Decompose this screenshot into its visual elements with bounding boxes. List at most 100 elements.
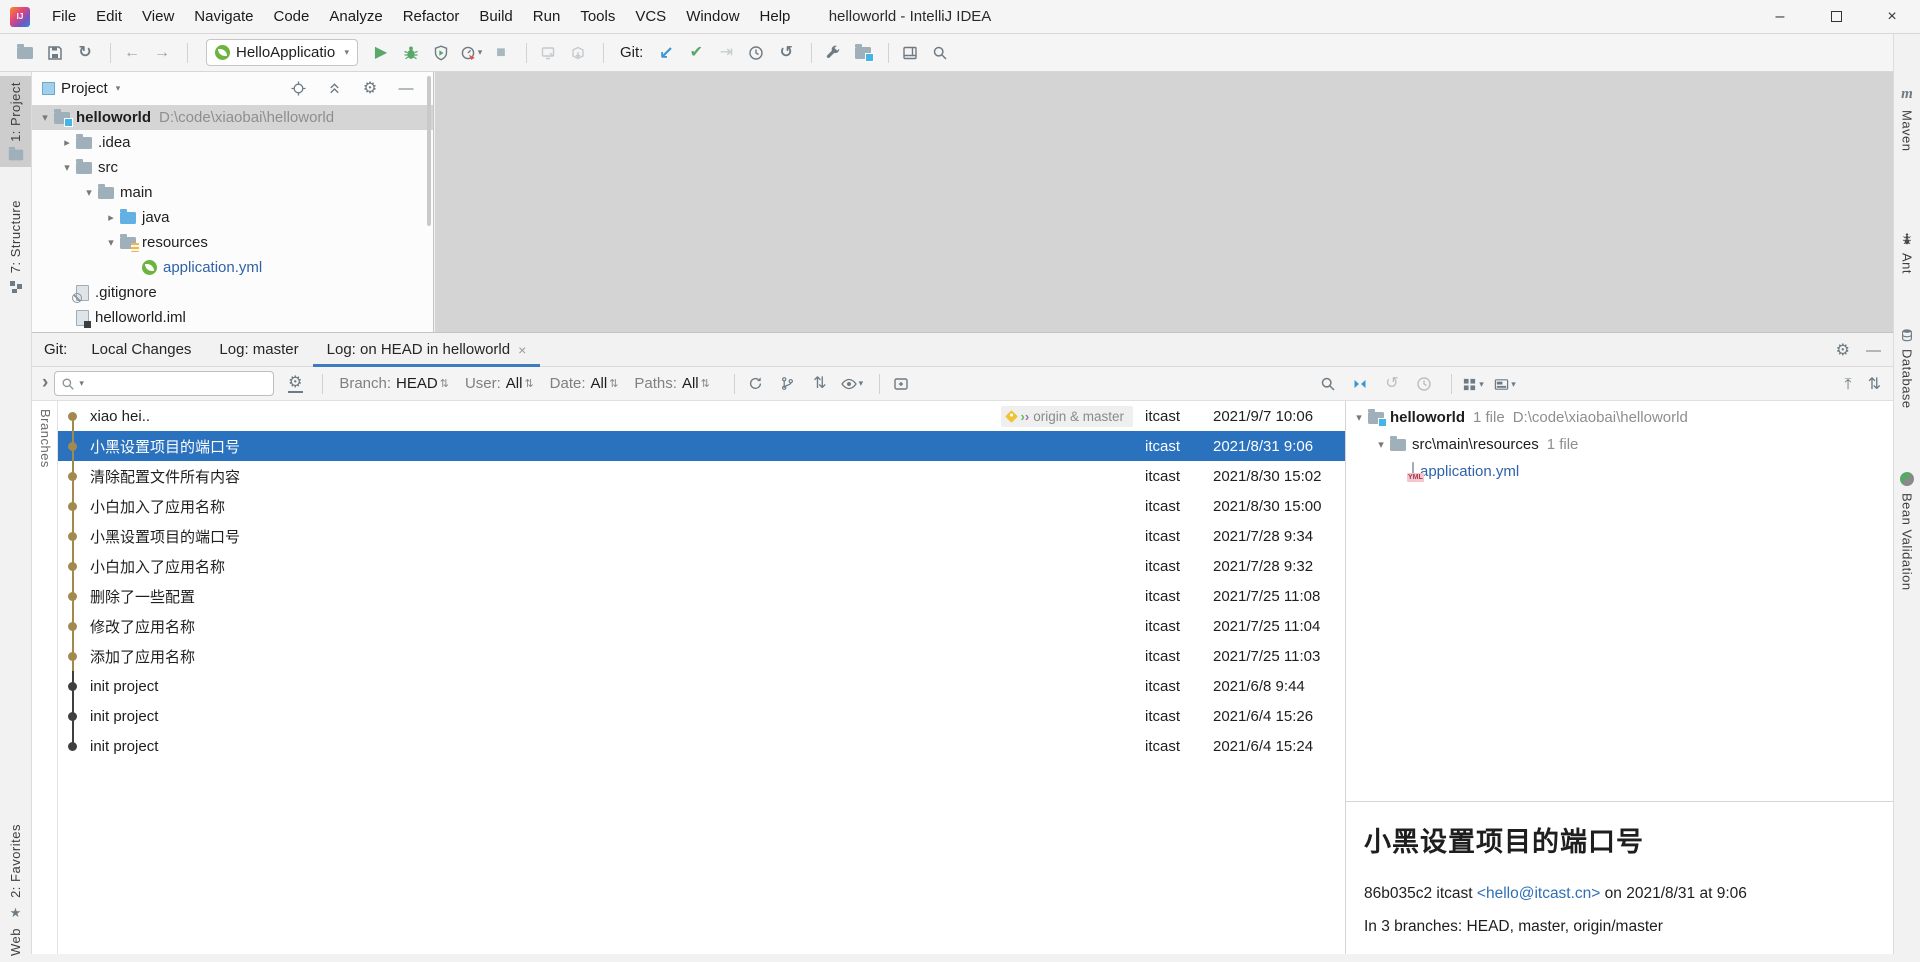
menu-item-vcs[interactable]: VCS [625, 0, 676, 33]
tab-log-master[interactable]: Log: master [205, 333, 312, 367]
chevron-down-icon[interactable]: ▾ [116, 83, 121, 94]
jump-to-head-button[interactable] [1347, 371, 1373, 397]
show-details-button[interactable]: ▾ [839, 371, 865, 397]
commit-row[interactable]: 添加了应用名称itcast2021/7/25 11:03 [58, 641, 1345, 671]
search-settings-button[interactable]: ⚙ [282, 371, 308, 397]
menu-item-view[interactable]: View [132, 0, 184, 33]
menu-item-tools[interactable]: Tools [570, 0, 625, 33]
search-everywhere-button[interactable] [927, 39, 953, 67]
sidebar-item-structure[interactable]: 7: Structure [0, 194, 31, 300]
chevron-down-icon[interactable]: ▾ [58, 161, 76, 174]
menu-item-file[interactable]: File [42, 0, 86, 33]
tree-row-resources[interactable]: ▾resources [32, 230, 433, 255]
stop-button[interactable]: ■ [488, 39, 514, 67]
close-window-button[interactable]: × [1864, 0, 1920, 33]
tree-row-helloworld.iml[interactable]: helloworld.iml [32, 305, 433, 330]
new-log-tab-button[interactable] [888, 371, 914, 397]
sidebar-item-maven[interactable]: m Maven [1894, 80, 1920, 158]
branches-strip[interactable]: Branches [32, 401, 58, 954]
tree-row-src-main-resources[interactable]: ▾src\main\resources1 file [1346, 431, 1893, 458]
commit-row[interactable]: 小黑设置项目的端口号itcast2021/8/31 9:06 [58, 431, 1345, 461]
commit-author-email-link[interactable]: <hello@itcast.cn> [1477, 885, 1600, 902]
menu-item-refactor[interactable]: Refactor [393, 0, 470, 33]
tree-row-helloworld[interactable]: ▾helloworldD:\code\xiaobai\helloworld [32, 105, 433, 130]
menu-item-code[interactable]: Code [263, 0, 319, 33]
update-project-button[interactable]: ↙ [653, 39, 679, 67]
show-branches-button[interactable] [775, 371, 801, 397]
sidebar-item-project[interactable]: 1: Project [0, 76, 31, 167]
filter-branch[interactable]: Branch:HEAD⇅ [339, 375, 449, 392]
tree-row-helloworld[interactable]: ▾helloworld1 fileD:\code\xiaobai\hellowo… [1346, 404, 1893, 431]
run-configuration-combo[interactable]: HelloApplication ▾ [206, 39, 358, 66]
sidebar-item-bean-validation[interactable]: Bean Validation [1894, 466, 1920, 597]
collapse-all-button[interactable] [321, 75, 347, 103]
tree-row-application.yml[interactable]: YMLapplication.yml [1346, 458, 1893, 485]
menu-item-navigate[interactable]: Navigate [184, 0, 263, 33]
chevron-right-icon[interactable]: ▸ [58, 136, 76, 149]
chevron-down-icon[interactable]: ▾ [1350, 411, 1368, 424]
sidebar-item-web[interactable]: Web [0, 922, 31, 962]
hide-project-panel-button[interactable]: — [393, 75, 419, 103]
run-button[interactable]: ▶ [368, 39, 394, 67]
refresh-log-button[interactable] [743, 371, 769, 397]
settings-button[interactable] [820, 39, 846, 67]
debug-button[interactable] [398, 39, 424, 67]
commit-row[interactable]: init projectitcast2021/6/4 15:26 [58, 701, 1345, 731]
sync-button[interactable]: ↻ [72, 39, 98, 67]
commit-row[interactable]: 修改了应用名称itcast2021/7/25 11:04 [58, 611, 1345, 641]
filter-user[interactable]: User:All⇅ [465, 375, 534, 392]
tree-row-java[interactable]: ▸java [32, 205, 433, 230]
back-button[interactable]: ← [119, 39, 145, 67]
commit-row[interactable]: init projectitcast2021/6/8 9:44 [58, 671, 1345, 701]
tab-local-changes[interactable]: Local Changes [77, 333, 205, 367]
tab-close-icon[interactable]: × [518, 342, 526, 358]
filter-date[interactable]: Date:All⇅ [550, 375, 619, 392]
sidebar-item-ant[interactable]: Ant [1894, 226, 1920, 280]
tree-row-.gitignore[interactable]: .gitignore [32, 280, 433, 305]
open-project-button[interactable] [12, 39, 38, 67]
commit-row[interactable]: 清除配置文件所有内容itcast2021/8/30 15:02 [58, 461, 1345, 491]
chevron-down-icon[interactable]: ▾ [102, 236, 120, 249]
show-history-button[interactable] [743, 39, 769, 67]
commit-row[interactable]: 小黑设置项目的端口号itcast2021/7/28 9:34 [58, 521, 1345, 551]
commit-row[interactable]: xiao hei..››origin & masteritcast2021/9/… [58, 401, 1345, 431]
commit-button[interactable]: ✔ [683, 39, 709, 67]
menu-item-run[interactable]: Run [523, 0, 571, 33]
chevron-down-icon[interactable]: ▾ [1372, 438, 1390, 451]
sidebar-item-database[interactable]: Database [1894, 322, 1920, 415]
commit-row[interactable]: 小白加入了应用名称itcast2021/7/28 9:32 [58, 551, 1345, 581]
chevron-down-icon[interactable]: ▾ [36, 111, 54, 124]
find-in-log-button[interactable] [1315, 371, 1341, 397]
log-search-input[interactable]: ▾ [54, 371, 274, 396]
project-options-button[interactable]: ⚙ [357, 75, 383, 103]
sort-commits-button[interactable]: ⇅ [807, 371, 833, 397]
forward-button[interactable]: → [149, 39, 175, 67]
tree-row-.idea[interactable]: ▸.idea [32, 130, 433, 155]
jump-to-top-button[interactable]: ⤒ [1845, 376, 1852, 393]
commit-row[interactable]: 删除了一些配置itcast2021/7/25 11:08 [58, 581, 1345, 611]
sidebar-item-favorites[interactable]: 2: Favorites ★ [0, 818, 31, 927]
select-opened-file-button[interactable] [285, 75, 311, 103]
attach-to-process-button[interactable] [535, 39, 561, 67]
tree-row-src[interactable]: ▾src [32, 155, 433, 180]
run-with-coverage-button[interactable] [428, 39, 454, 67]
save-all-button[interactable] [42, 39, 68, 67]
menu-item-build[interactable]: Build [469, 0, 522, 33]
rollback-button[interactable]: ↺ [773, 39, 799, 67]
chevron-down-icon[interactable]: ▾ [80, 186, 98, 199]
tree-row-application.yml[interactable]: application.yml [32, 255, 433, 280]
minimize-window-button[interactable]: – [1752, 0, 1808, 33]
push-button[interactable]: ⇥ [713, 39, 739, 67]
maximize-window-button[interactable] [1808, 0, 1864, 33]
chevron-right-icon[interactable]: ▸ [102, 211, 120, 224]
menu-item-analyze[interactable]: Analyze [319, 0, 392, 33]
restore-layout-button[interactable] [897, 39, 923, 67]
commit-row[interactable]: init projectitcast2021/6/4 15:24 [58, 731, 1345, 761]
recent-history-button[interactable] [1411, 371, 1437, 397]
profiler-button[interactable]: ▾ [458, 39, 484, 67]
menu-item-edit[interactable]: Edit [86, 0, 132, 33]
hide-git-panel-button[interactable]: — [1866, 342, 1881, 359]
view-grid-button[interactable]: ▾ [1460, 371, 1486, 397]
undo-button[interactable]: ↺ [1379, 371, 1405, 397]
build-artifact-button[interactable] [565, 39, 591, 67]
